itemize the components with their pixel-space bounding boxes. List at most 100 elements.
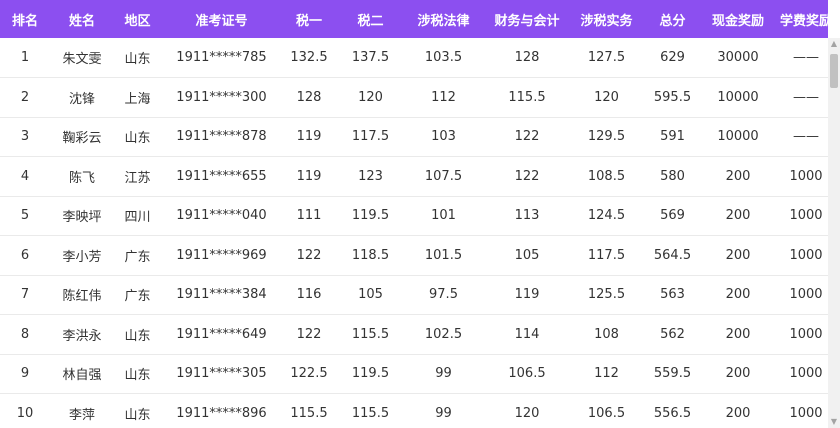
cell-name: 李小芳: [62, 249, 102, 265]
cell-tuition-reward: 1000: [789, 208, 823, 224]
cell-tuition-reward: 1000: [789, 326, 823, 342]
cell-rank: 8: [20, 326, 30, 342]
cell-tax-law: 112: [431, 89, 456, 105]
cell-tuition-reward: 1000: [789, 405, 823, 421]
cell-finance-accounting: 113: [514, 208, 540, 224]
header-name: 姓名: [68, 13, 95, 29]
cell-tuition-reward: ——: [793, 50, 819, 65]
cell-cash-reward: 10000: [717, 129, 759, 145]
vertical-scrollbar[interactable]: ▲ ▼: [828, 38, 840, 428]
header-tax1: 税一: [295, 13, 322, 29]
cell-total-score: 563: [660, 287, 685, 303]
cell-exam-id: 1911*****384: [176, 287, 267, 303]
header-cash-reward: 现金奖励: [711, 13, 764, 29]
cell-exam-id: 1911*****305: [176, 366, 267, 382]
cell-name: 沈锋: [68, 91, 95, 107]
cell-name: 林自强: [62, 368, 102, 384]
cell-tax2: 120: [358, 89, 383, 105]
cell-name: 陈红伟: [62, 289, 102, 305]
cell-name: 鞠彩云: [62, 131, 102, 147]
cell-tax-law: 101: [431, 208, 456, 224]
cell-tax-practice: 120: [594, 89, 619, 105]
cell-tax2: 137.5: [351, 50, 390, 65]
cell-tax2: 105: [358, 287, 383, 303]
cell-tax-practice: 127.5: [587, 50, 626, 65]
cell-tax2: 115.5: [351, 405, 390, 421]
table-row: 4 陈飞 江苏 1911*****655 119 123 107.5 122 108.5 580 2…: [0, 157, 828, 196]
cell-rank: 9: [20, 366, 30, 382]
scroll-up-arrow-icon[interactable]: ▲: [828, 38, 840, 50]
cell-total-score: 564.5: [653, 247, 692, 263]
cell-tax1: 115.5: [290, 405, 328, 421]
cell-finance-accounting: 120: [514, 405, 540, 421]
cell-tax-practice: 112: [594, 366, 619, 382]
cell-tax1: 122.5: [290, 366, 328, 382]
cell-tax1: 122: [296, 247, 322, 263]
cell-region: 山东: [124, 407, 151, 423]
ranking-table-container: 排名 姓名 地区 准考证号 税一 税二 涉税法律 财务与会计 涉税实务 总分 现…: [0, 0, 828, 428]
cell-tax-practice: 106.5: [587, 405, 626, 421]
cell-total-score: 591: [660, 129, 685, 145]
cell-tuition-reward: 1000: [789, 247, 823, 263]
cell-finance-accounting: 106.5: [508, 366, 546, 382]
cell-total-score: 580: [660, 168, 685, 184]
cell-exam-id: 1911*****969: [176, 247, 267, 263]
cell-exam-id: 1911*****300: [176, 89, 267, 105]
cell-rank: 6: [20, 247, 30, 263]
table-row: 5 李映坪 四川 1911*****040 111 119.5 101 113 124.5 569…: [0, 196, 828, 236]
cell-exam-id: 1911*****896: [176, 405, 267, 421]
cell-name: 朱文雯: [62, 52, 102, 67]
cell-rank: 1: [20, 50, 30, 65]
cell-exam-id: 1911*****785: [176, 50, 267, 65]
table-row: 1 朱文雯 山东 1911*****785 132.5 137.5 103.5 128 127.…: [0, 38, 828, 78]
cell-tax-practice: 108: [594, 326, 619, 342]
cell-finance-accounting: 122: [514, 168, 540, 184]
cell-region: 山东: [124, 52, 151, 67]
cell-tax-practice: 129.5: [587, 129, 626, 145]
cell-tax-practice: 108.5: [587, 168, 626, 184]
header-tuition-reward: 学费奖励: [779, 13, 828, 29]
cell-tuition-reward: 1000: [789, 168, 823, 184]
cell-cash-reward: 200: [725, 287, 751, 303]
cell-finance-accounting: 105: [514, 247, 540, 263]
cell-tax2: 123: [358, 168, 383, 184]
table-row: 3 鞠彩云 山东 1911*****878 119 117.5 103 122 129.5 591…: [0, 117, 828, 157]
cell-name: 李洪永: [62, 328, 102, 344]
cell-exam-id: 1911*****040: [176, 208, 267, 224]
cell-tax-law: 97.5: [429, 287, 458, 303]
cell-tax2: 118.5: [351, 247, 390, 263]
cell-tax-law: 102.5: [424, 326, 463, 342]
cell-tax1: 116: [296, 287, 322, 303]
cell-finance-accounting: 128: [514, 50, 540, 65]
scroll-down-arrow-icon[interactable]: ▼: [828, 416, 840, 428]
cell-tax1: 122: [296, 326, 322, 342]
cell-tuition-reward: ——: [793, 129, 819, 145]
cell-finance-accounting: 119: [514, 287, 540, 303]
cell-region: 山东: [124, 368, 151, 384]
scrollbar-thumb[interactable]: [830, 54, 838, 88]
cell-cash-reward: 200: [725, 326, 751, 342]
cell-tax-practice: 117.5: [587, 247, 626, 263]
cell-tax-practice: 125.5: [587, 287, 626, 303]
cell-tax-law: 103.5: [424, 50, 463, 65]
cell-tax-law: 99: [435, 366, 452, 382]
cell-total-score: 595.5: [653, 89, 692, 105]
header-tax-law: 涉税法律: [417, 13, 470, 29]
cell-tax2: 119.5: [351, 366, 390, 382]
cell-finance-accounting: 115.5: [508, 89, 546, 105]
table-row: 2 沈锋 上海 1911*****300 128 120 112 115.5 120 595.5 1…: [0, 78, 828, 117]
cell-region: 广东: [124, 289, 151, 305]
header-total-score: 总分: [659, 13, 686, 29]
cell-exam-id: 1911*****655: [176, 168, 267, 184]
cell-tuition-reward: ——: [793, 89, 819, 105]
table-row: 10 李萍 山东 1911*****896 115.5 115.5 99 120 106.5 55…: [0, 394, 828, 428]
cell-tax-law: 101.5: [424, 247, 463, 263]
cell-tax-law: 99: [435, 405, 452, 421]
cell-cash-reward: 200: [725, 366, 751, 382]
cell-total-score: 556.5: [653, 405, 692, 421]
cell-tax1: 132.5: [290, 50, 328, 65]
cell-cash-reward: 200: [725, 168, 751, 184]
cell-rank: 3: [20, 129, 30, 145]
cell-region: 江苏: [124, 170, 151, 186]
cell-cash-reward: 200: [725, 247, 751, 263]
